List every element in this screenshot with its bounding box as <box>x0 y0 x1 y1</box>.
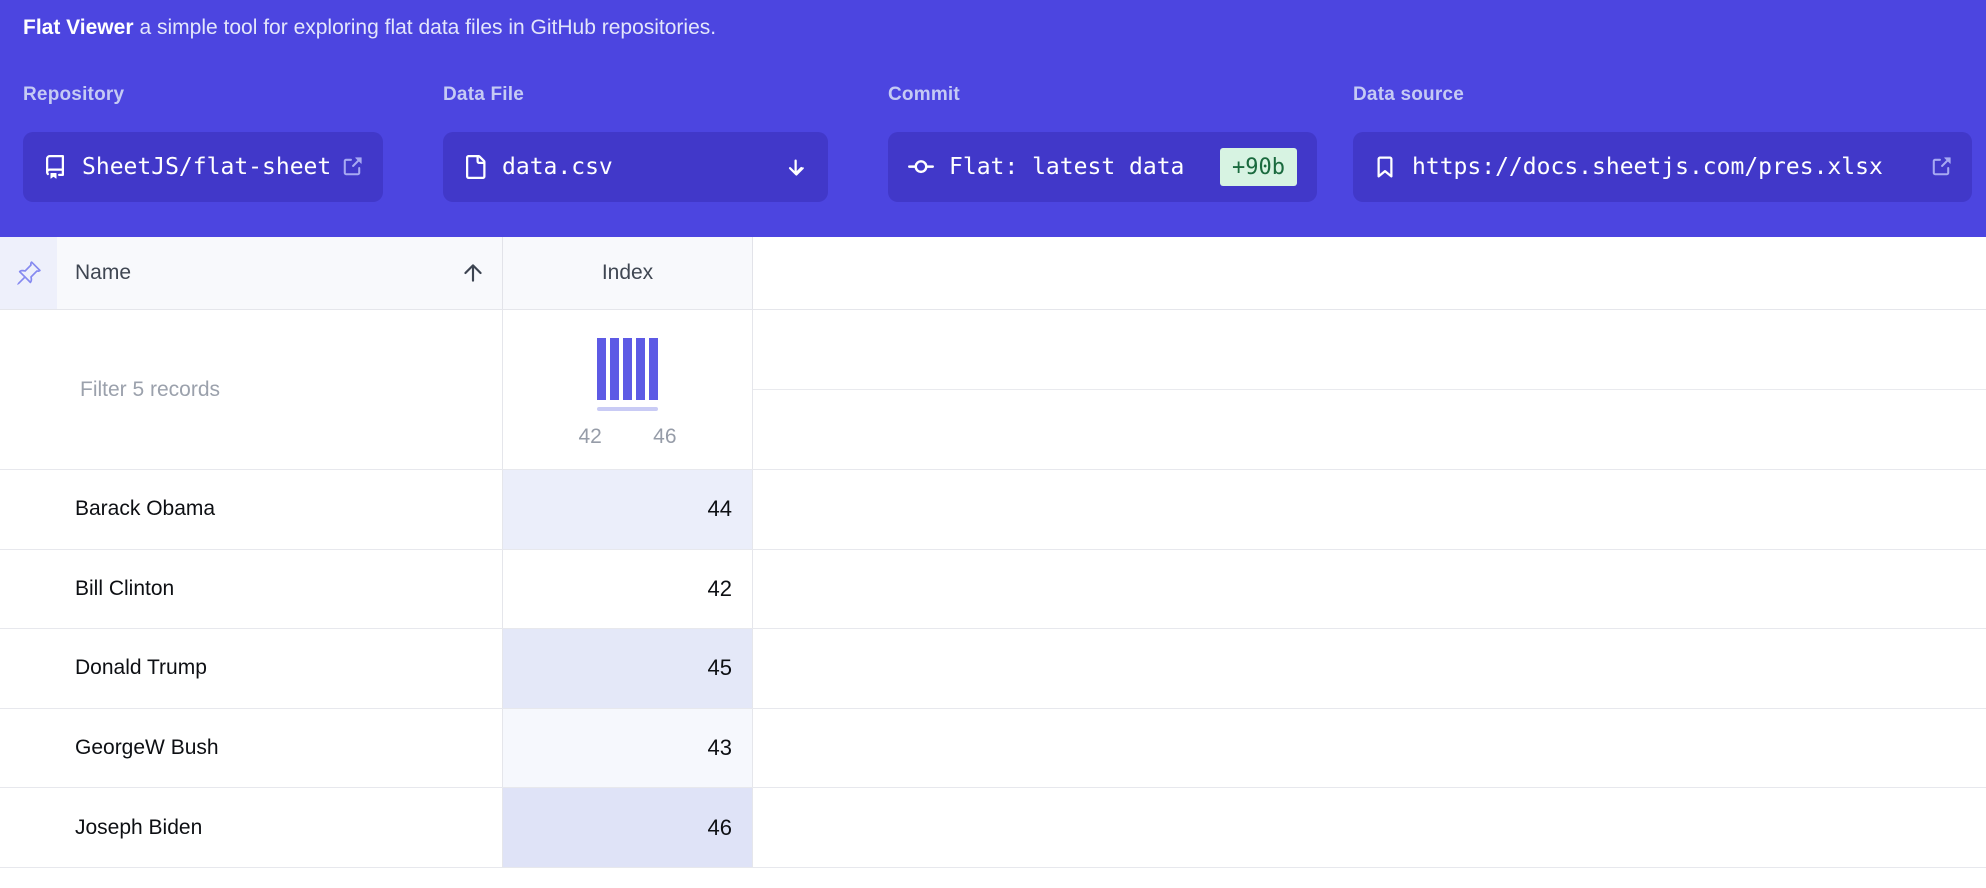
data-source-control: Data source https://docs.sheetjs.com/pre… <box>1353 84 1972 202</box>
commit-label: Commit <box>888 84 1317 106</box>
index-cell[interactable]: 42 <box>502 550 753 629</box>
histogram-bar[interactable] <box>597 338 606 400</box>
histogram-bar[interactable] <box>649 338 658 400</box>
name-cell[interactable]: Donald Trump <box>0 629 502 708</box>
row-spacer <box>753 788 1986 867</box>
arrow-up-icon <box>460 260 486 286</box>
column-header-index-label: Index <box>602 261 653 285</box>
sticky-column-toggle[interactable] <box>0 237 57 309</box>
table-row[interactable]: GeorgeW Bush 43 <box>0 709 1986 789</box>
file-icon <box>463 155 487 179</box>
data-file-value: data.csv <box>502 154 613 180</box>
data-file-control: Data File data.csv <box>443 84 828 202</box>
git-commit-icon <box>908 154 934 180</box>
repository-button[interactable]: SheetJS/flat-sheet <box>23 132 383 202</box>
app-title: Flat Viewer <box>23 16 134 39</box>
index-cell[interactable]: 44 <box>502 470 753 549</box>
arrow-down-icon <box>784 155 808 179</box>
commit-message: Flat: latest data <box>949 154 1184 180</box>
app-subtitle: a simple tool for exploring flat data fi… <box>140 16 717 39</box>
app-title-row: Flat Viewer a simple tool for exploring f… <box>23 16 716 40</box>
histogram-bar[interactable] <box>636 338 645 400</box>
external-link-icon[interactable] <box>341 156 363 178</box>
column-header-name[interactable]: Name <box>57 237 502 309</box>
index-histogram-cell[interactable]: 42 46 <box>502 310 753 469</box>
column-header-index[interactable]: Index <box>502 237 753 309</box>
name-cell[interactable]: Joseph Biden <box>0 788 502 867</box>
row-spacer <box>753 629 1986 708</box>
data-file-selector[interactable]: data.csv <box>443 132 828 202</box>
topbar: Flat Viewer a simple tool for exploring f… <box>0 0 1986 237</box>
index-histogram[interactable] <box>597 338 658 400</box>
data-source-label: Data source <box>1353 84 1972 106</box>
grid-filter-row: 42 46 <box>0 310 1986 470</box>
histogram-range-labels: 42 46 <box>579 425 677 449</box>
pushpin-icon <box>15 260 42 287</box>
histogram-bar[interactable] <box>610 338 619 400</box>
data-source-url: https://docs.sheetjs.com/pres.xlsx <box>1412 154 1883 180</box>
bookmark-icon <box>1373 155 1397 179</box>
index-cell[interactable]: 46 <box>502 788 753 867</box>
data-file-label: Data File <box>443 84 828 106</box>
repository-label: Repository <box>23 84 383 106</box>
index-cell[interactable]: 45 <box>502 629 753 708</box>
filter-input[interactable] <box>0 310 502 469</box>
grid-header-spacer <box>753 237 1986 309</box>
external-link-icon[interactable] <box>1930 156 1952 178</box>
histogram-bar[interactable] <box>623 338 632 400</box>
histogram-max-label: 46 <box>653 425 676 449</box>
repository-control: Repository SheetJS/flat-sheet <box>23 84 383 202</box>
table-row[interactable]: Donald Trump 45 <box>0 629 1986 709</box>
histogram-range-track[interactable] <box>597 407 658 411</box>
column-header-name-label: Name <box>75 261 131 285</box>
repository-value: SheetJS/flat-sheet <box>82 154 331 180</box>
spacer-gridline <box>753 390 1986 470</box>
commit-diff-badge: +90b <box>1220 148 1297 186</box>
name-cell[interactable]: GeorgeW Bush <box>0 709 502 788</box>
row-spacer <box>753 550 1986 629</box>
table-row[interactable]: Joseph Biden 46 <box>0 788 1986 868</box>
index-cell[interactable]: 43 <box>502 709 753 788</box>
table-row[interactable]: Bill Clinton 42 <box>0 550 1986 630</box>
table-row[interactable]: Barack Obama 44 <box>0 470 1986 550</box>
grid-header-row: Name Index <box>0 237 1986 310</box>
spacer-gridline <box>753 310 1986 390</box>
filter-row-spacer <box>753 310 1986 469</box>
row-spacer <box>753 709 1986 788</box>
histogram-min-label: 42 <box>579 425 602 449</box>
data-grid: Name Index 42 46 <box>0 237 1986 868</box>
filter-cell <box>0 310 502 469</box>
data-source-button[interactable]: https://docs.sheetjs.com/pres.xlsx <box>1353 132 1972 202</box>
name-cell[interactable]: Bill Clinton <box>0 550 502 629</box>
commit-control: Commit Flat: latest data +90b <box>888 84 1317 202</box>
commit-selector[interactable]: Flat: latest data +90b <box>888 132 1317 202</box>
repo-book-icon <box>43 155 67 179</box>
name-cell[interactable]: Barack Obama <box>0 470 502 549</box>
row-spacer <box>753 470 1986 549</box>
